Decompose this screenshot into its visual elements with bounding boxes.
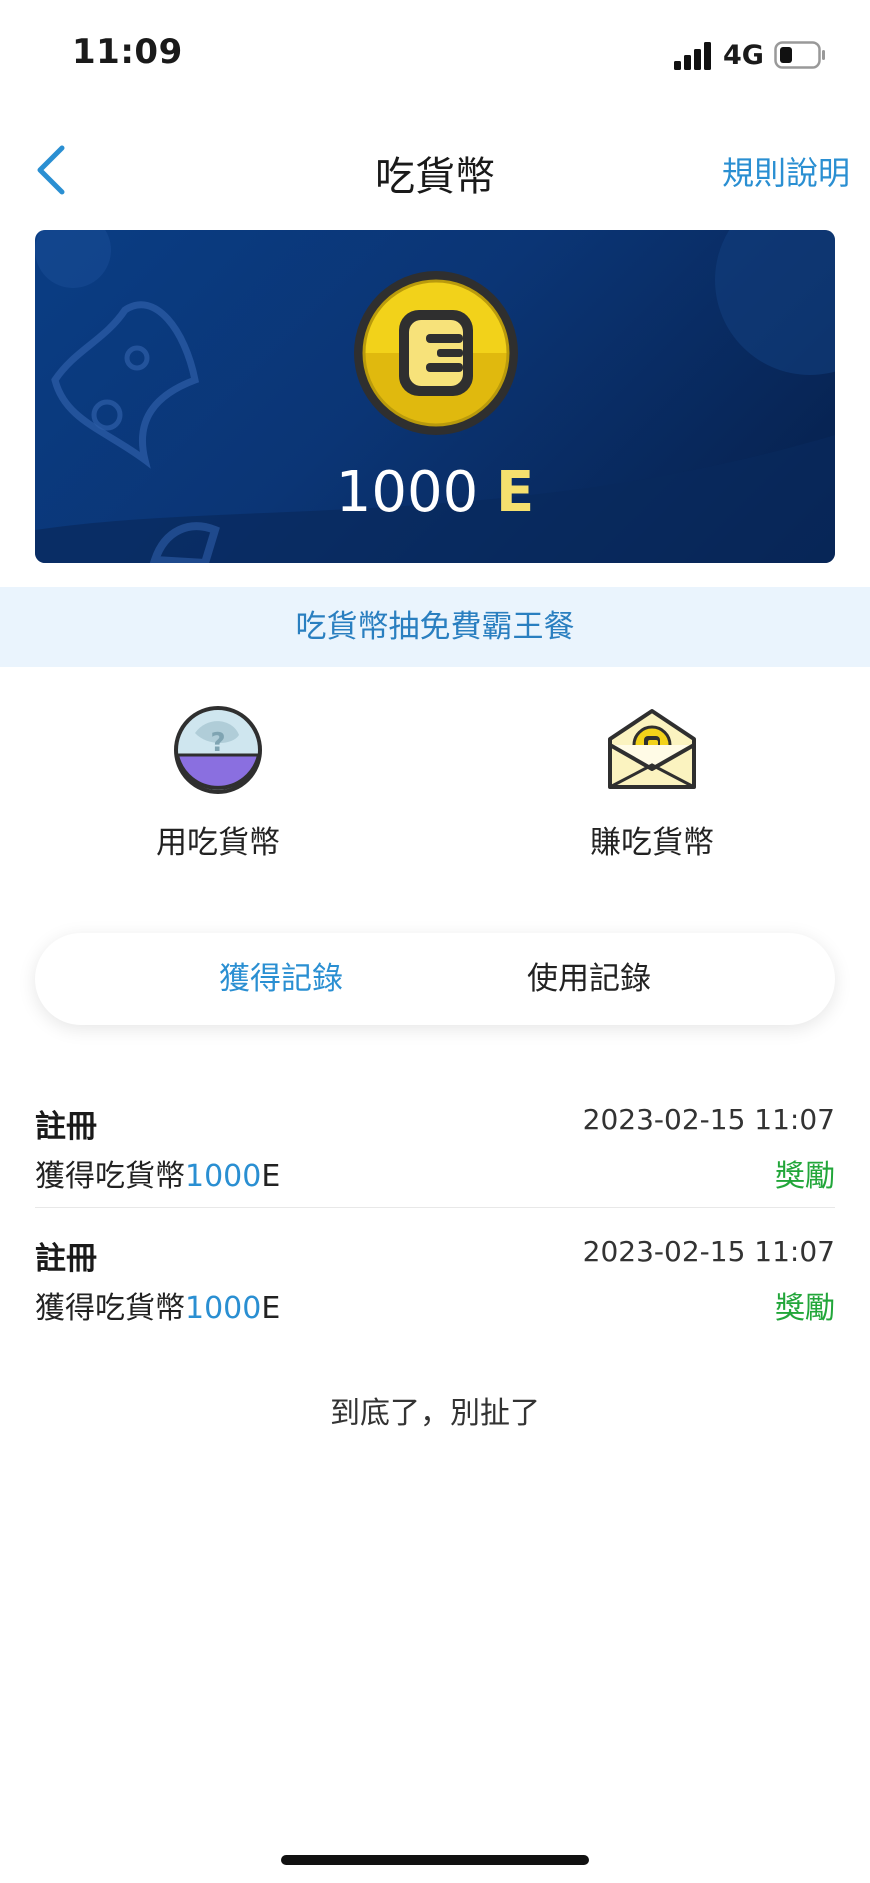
record-amount: 1000 (185, 1291, 262, 1326)
balance-banner: 1000 E (35, 230, 835, 563)
rules-link[interactable]: 規則說明 (722, 148, 850, 194)
status-bar: 11:09 4G (0, 0, 870, 110)
list-item: 註冊 2023-02-15 11:07 獲得吃貨幣1000E 獎勵 (35, 1229, 835, 1359)
coin-envelope-icon (608, 709, 696, 789)
record-description: 獲得吃貨幣1000E (35, 1151, 280, 1195)
record-description: 獲得吃貨幣1000E (35, 1283, 280, 1327)
record-title: 註冊 (35, 1109, 97, 1145)
signal-icon (674, 42, 711, 70)
home-indicator[interactable] (281, 1855, 589, 1865)
mystery-ball-icon: ? (174, 706, 262, 794)
balance-value: 1000 (335, 460, 479, 525)
promo-banner[interactable]: 吃貨幣抽免費霸王餐 (0, 587, 870, 667)
balance-amount: 1000 E (35, 460, 835, 525)
svg-text:?: ? (210, 728, 225, 758)
balance-unit: E (496, 460, 535, 525)
record-unit: E (261, 1291, 281, 1326)
use-coins-label: 用吃貨幣 (156, 825, 280, 861)
nav-bar: 吃貨幣 規則說明 (0, 120, 870, 220)
record-amount: 1000 (185, 1159, 262, 1194)
record-desc-prefix: 獲得吃貨幣 (35, 1291, 185, 1326)
record-tag: 獎勵 (775, 1159, 835, 1194)
battery-icon (774, 41, 825, 69)
record-title: 註冊 (35, 1241, 97, 1277)
record-desc-prefix: 獲得吃貨幣 (35, 1159, 185, 1194)
use-coins-button[interactable]: ? 用吃貨幣 (88, 705, 348, 862)
coin-icon (354, 271, 518, 435)
record-tabs: 獲得記錄 使用記錄 (35, 933, 835, 1025)
earn-coins-button[interactable]: 賺吃貨幣 (522, 705, 782, 862)
record-unit: E (261, 1159, 281, 1194)
earn-coins-label: 賺吃貨幣 (590, 825, 714, 861)
record-time: 2023-02-15 11:07 (582, 1103, 835, 1136)
tab-earned-records[interactable]: 獲得記錄 (219, 933, 343, 1025)
status-time: 11:09 (72, 32, 183, 72)
record-divider (35, 1207, 835, 1208)
record-time: 2023-02-15 11:07 (582, 1235, 835, 1268)
network-type: 4G (723, 40, 764, 71)
record-tag: 獎勵 (775, 1291, 835, 1326)
end-of-list-text: 到底了，別扯了 (330, 1396, 540, 1431)
tab-used-records[interactable]: 使用記錄 (527, 933, 651, 1025)
